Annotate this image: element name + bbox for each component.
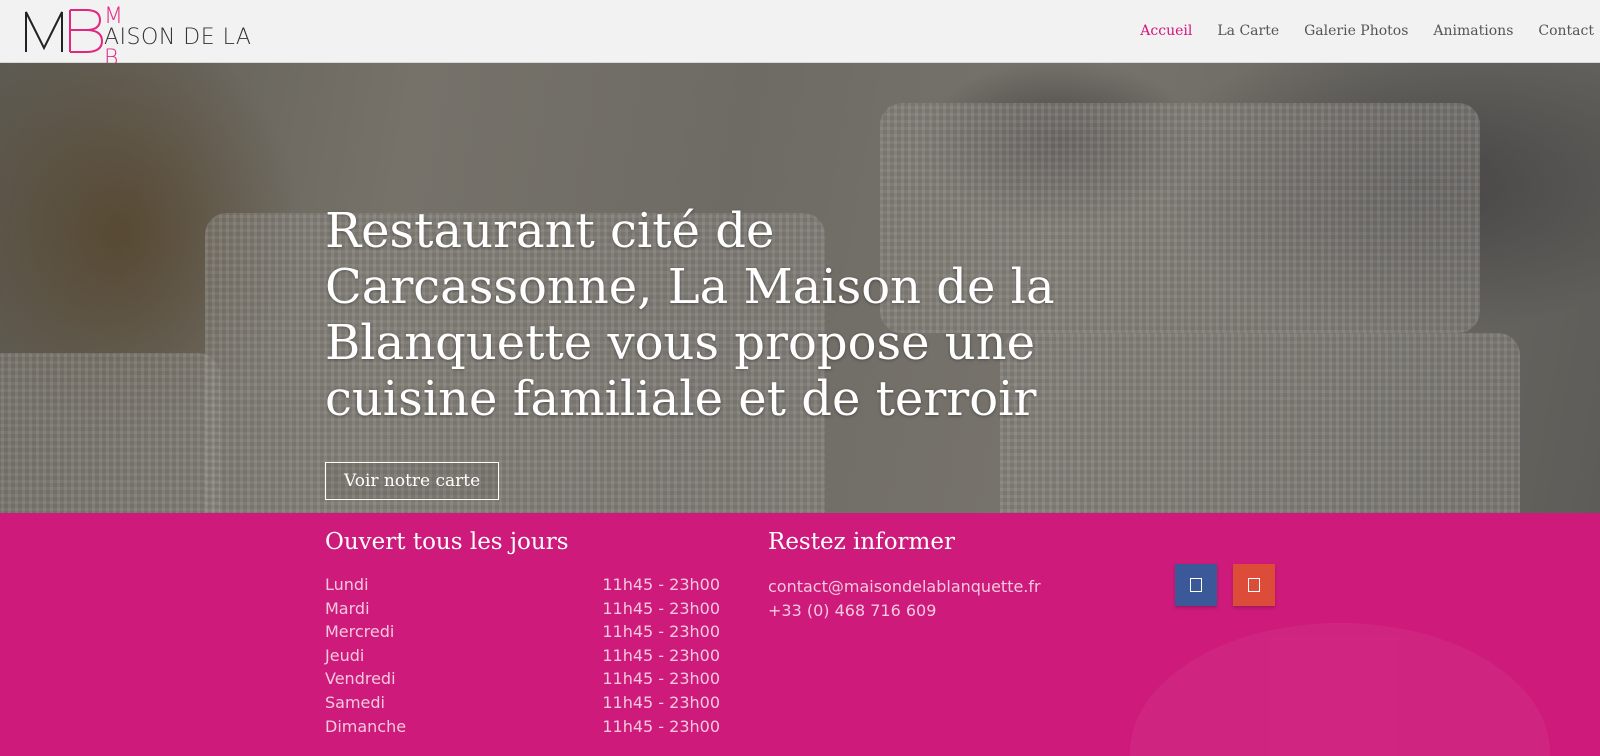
hours-day: Mercredi bbox=[325, 622, 395, 642]
contact-email-link[interactable]: contact@maisondelablanquette.fr bbox=[768, 575, 1098, 599]
hours-time: 11h45 - 23h00 bbox=[602, 598, 720, 618]
nav-item-animations[interactable]: Animations bbox=[1433, 23, 1513, 39]
hero-title: Restaurant cité de Carcassonne, La Maiso… bbox=[325, 203, 1055, 427]
hours-row: Lundi 11h45 - 23h00 bbox=[325, 575, 720, 599]
info-band: Ouvert tous les jours Lundi 11h45 - 23h0… bbox=[0, 513, 1600, 756]
hours-time: 11h45 - 23h00 bbox=[602, 692, 720, 712]
nav-item-galerie-photos[interactable]: Galerie Photos bbox=[1304, 23, 1408, 39]
hours-day: Lundi bbox=[325, 575, 369, 594]
hours-day: Mardi bbox=[325, 598, 370, 618]
hours-time: 11h45 - 23h00 bbox=[602, 669, 720, 689]
opening-hours-heading: Ouvert tous les jours bbox=[325, 529, 569, 555]
hours-time: 11h45 - 23h00 bbox=[602, 622, 720, 642]
main-menu: Accueil La Carte Galerie Photos Animatio… bbox=[1140, 0, 1600, 62]
top-navigation-bar: MAISON DE LA BLANQUETTE Accueil La Carte… bbox=[0, 0, 1600, 91]
hours-day: Jeudi bbox=[325, 645, 365, 665]
hours-row: Mercredi 11h45 - 23h00 bbox=[325, 622, 720, 646]
logo-line-1: AISON DE LA bbox=[104, 25, 252, 50]
hours-row: Jeudi 11h45 - 23h00 bbox=[325, 646, 720, 670]
background-chair-decoration bbox=[0, 353, 220, 513]
hours-time: 11h45 - 23h00 bbox=[602, 575, 720, 594]
mb-monogram-logo bbox=[25, 9, 104, 53]
opening-hours: Ouvert tous les jours Lundi 11h45 - 23h0… bbox=[325, 529, 720, 740]
hours-day: Vendredi bbox=[325, 669, 396, 689]
site-logo[interactable]: MAISON DE LA BLANQUETTE bbox=[24, 6, 274, 91]
contact-info: Restez informer contact@maisondelablanqu… bbox=[768, 529, 1098, 622]
google-plus-icon bbox=[1248, 578, 1260, 592]
nav-item-contact[interactable]: Contact bbox=[1538, 23, 1594, 39]
facebook-button[interactable] bbox=[1175, 564, 1217, 606]
nav-item-la-carte[interactable]: La Carte bbox=[1217, 23, 1279, 39]
contact-phone: +33 (0) 468 716 609 bbox=[768, 600, 937, 620]
hours-row: Mardi 11h45 - 23h00 bbox=[325, 599, 720, 623]
google-plus-button[interactable] bbox=[1233, 564, 1275, 606]
view-menu-button[interactable]: Voir notre carte bbox=[325, 462, 500, 500]
hours-row: Samedi 11h45 - 23h00 bbox=[325, 693, 720, 717]
hours-day: Samedi bbox=[325, 692, 385, 712]
hours-time: 11h45 - 23h00 bbox=[602, 645, 720, 665]
nav-item-accueil[interactable]: Accueil bbox=[1140, 23, 1192, 39]
hours-row: Vendredi 11h45 - 23h00 bbox=[325, 669, 720, 693]
hero-content: Restaurant cité de Carcassonne, La Maiso… bbox=[325, 203, 1085, 500]
contact-heading: Restez informer bbox=[768, 529, 955, 555]
facebook-icon bbox=[1190, 578, 1202, 592]
hours-time: 11h45 - 23h00 bbox=[602, 716, 720, 736]
hours-row: Dimanche 11h45 - 23h00 bbox=[325, 717, 720, 741]
hero-banner: Restaurant cité de Carcassonne, La Maiso… bbox=[0, 63, 1600, 513]
hours-day: Dimanche bbox=[325, 716, 407, 736]
